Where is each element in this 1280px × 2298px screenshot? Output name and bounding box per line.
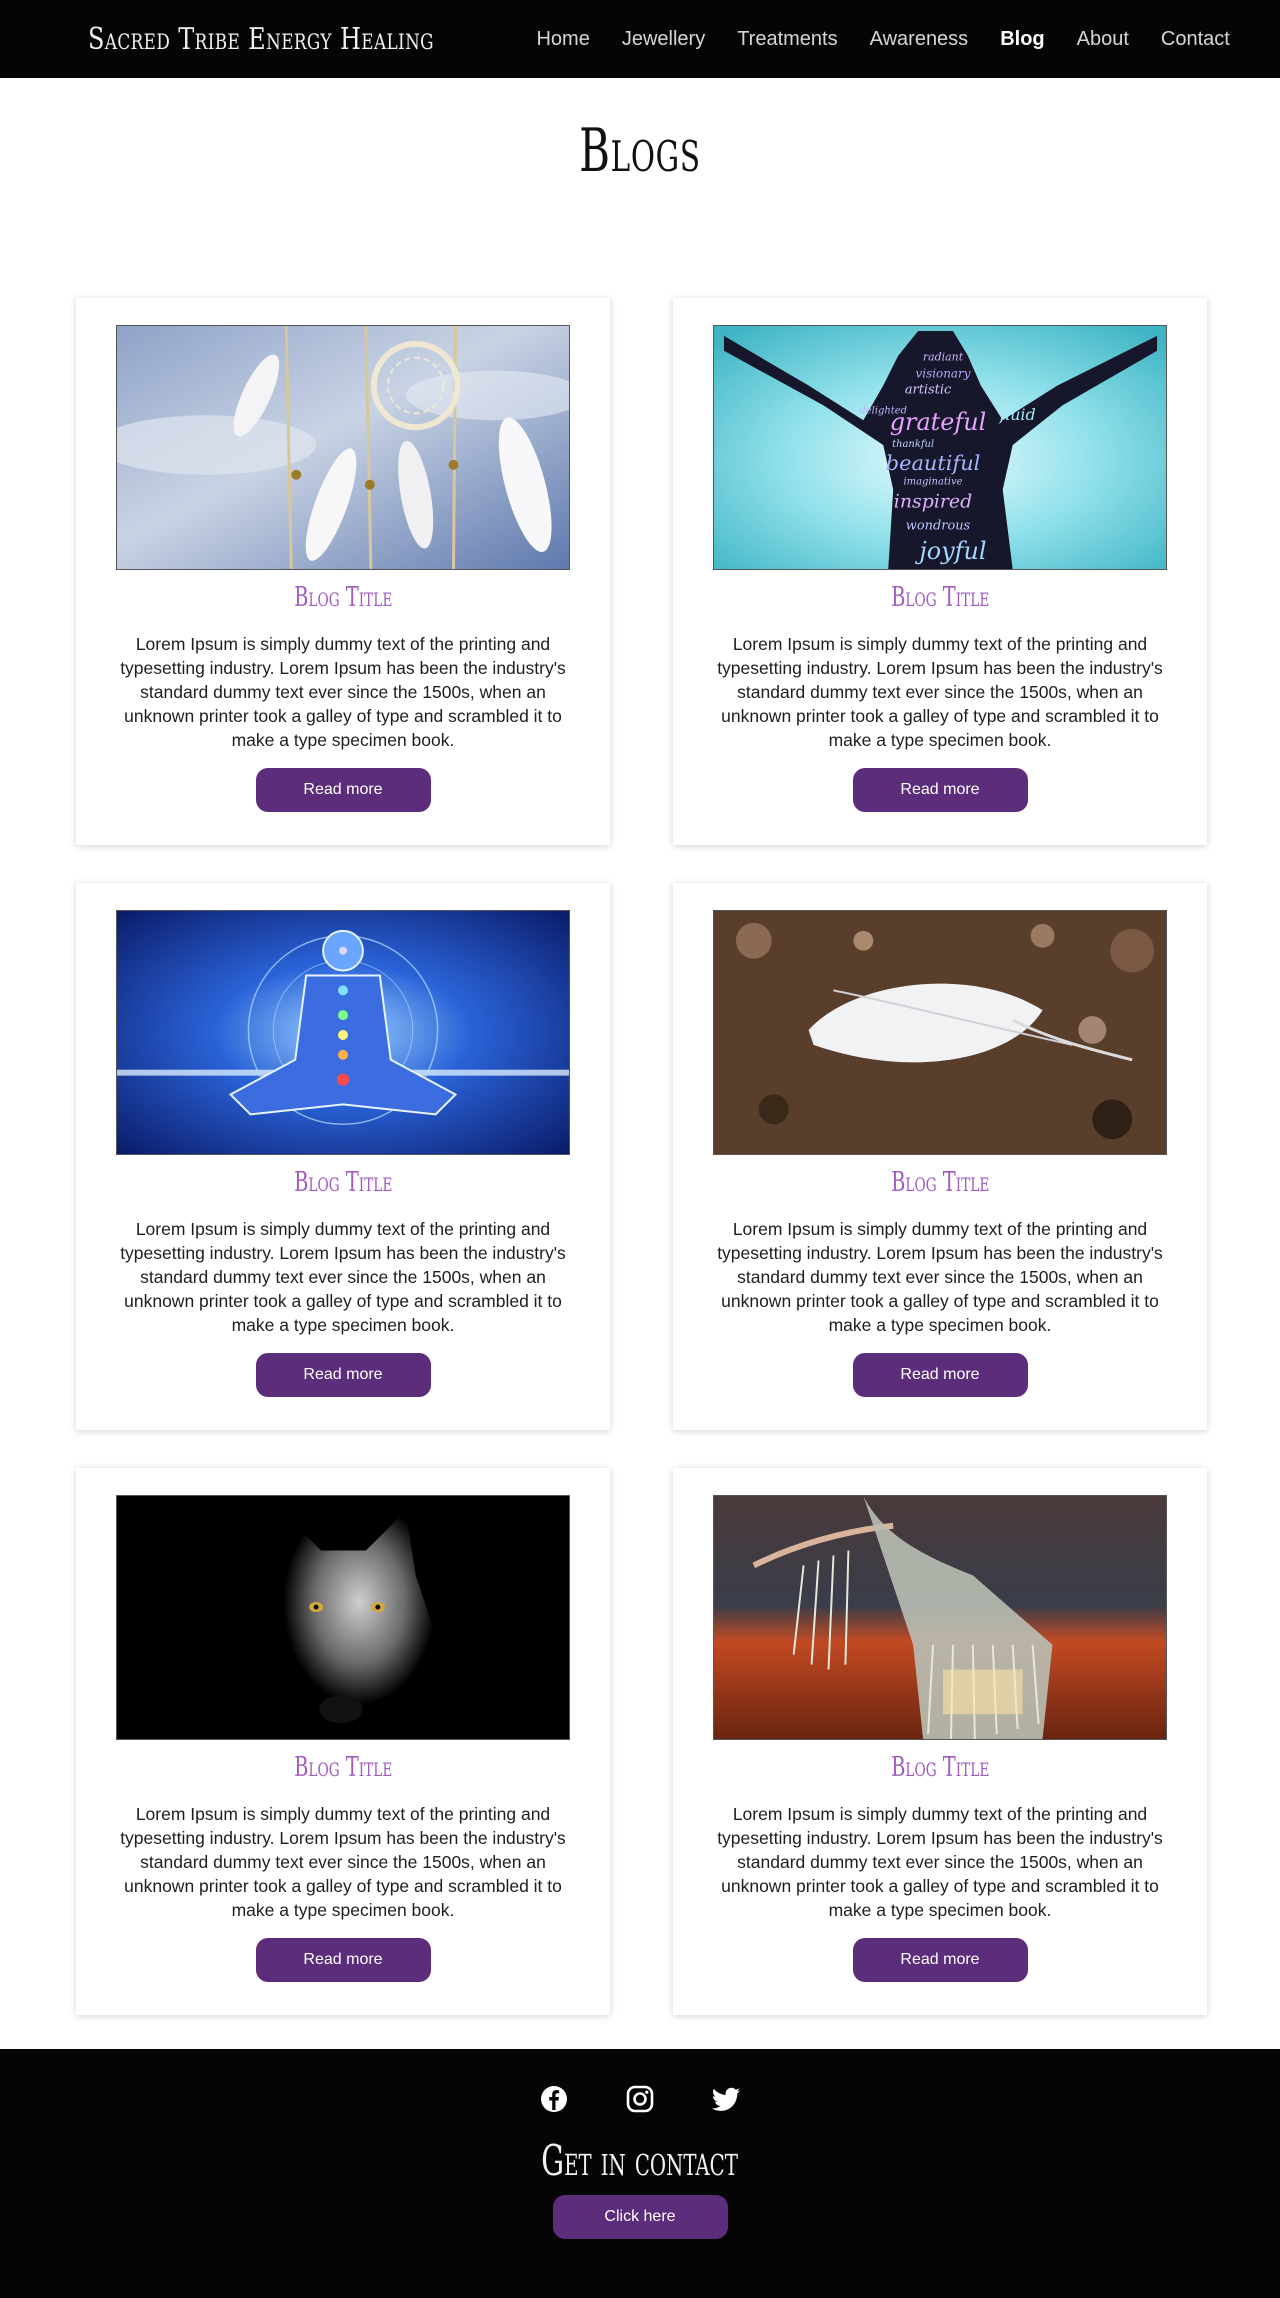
wolf-image xyxy=(116,1495,570,1740)
word-cloud-word: imaginative xyxy=(903,477,962,488)
word-cloud-word: fluid xyxy=(999,405,1036,424)
read-more-button[interactable]: Read more xyxy=(852,1353,1028,1397)
blog-title: Blog Title xyxy=(293,1752,393,1783)
word-cloud-word: joyful xyxy=(914,537,986,565)
page-heading: Blogs xyxy=(0,78,1280,298)
blog-title: Blog Title xyxy=(293,1167,393,1198)
read-more-button[interactable]: Read more xyxy=(852,1938,1028,1982)
blog-excerpt: Lorem Ipsum is simply dummy text of the … xyxy=(717,634,1163,750)
blog-card: Blog Title Lorem Ipsum is simply dummy t… xyxy=(76,883,610,1430)
blog-title: Blog Title xyxy=(890,1752,990,1783)
read-more-button[interactable]: Read more xyxy=(255,1353,431,1397)
blog-title: Blog Title xyxy=(293,582,393,613)
word-cloud-word: beautiful xyxy=(886,451,981,475)
blog-card: Blog Title Lorem Ipsum is simply dummy t… xyxy=(673,1468,1207,2015)
word-cloud-word: grateful xyxy=(890,408,987,436)
blog-grid: Blog Title Lorem Ipsum is simply dummy t… xyxy=(0,298,1280,2015)
blog-excerpt: Lorem Ipsum is simply dummy text of the … xyxy=(717,1804,1163,1920)
blog-excerpt: Lorem Ipsum is simply dummy text of the … xyxy=(120,1804,566,1920)
page-title: Blogs xyxy=(579,116,701,186)
read-more-button[interactable]: Read more xyxy=(255,768,431,812)
nav-links: Home Jewellery Treatments Awareness Blog… xyxy=(520,28,1245,51)
word-cloud-word: artistic xyxy=(905,382,951,397)
blog-card: radiant visionary artistic fluid delight… xyxy=(673,298,1207,845)
nav-link-home[interactable]: Home xyxy=(520,28,605,51)
navbar: Sacred Tribe Energy Healing Home Jewelle… xyxy=(0,0,1280,78)
blog-excerpt: Lorem Ipsum is simply dummy text of the … xyxy=(120,634,566,750)
blog-card: Blog Title Lorem Ipsum is simply dummy t… xyxy=(76,298,610,845)
twitter-icon[interactable] xyxy=(709,2082,743,2116)
nav-link-treatments[interactable]: Treatments xyxy=(721,28,853,51)
blog-title: Blog Title xyxy=(890,582,990,613)
word-cloud-word: radiant xyxy=(923,351,964,364)
word-cloud-word: thankful xyxy=(892,439,934,450)
nav-link-awareness[interactable]: Awareness xyxy=(854,28,985,51)
blog-excerpt: Lorem Ipsum is simply dummy text of the … xyxy=(717,1219,1163,1335)
click-here-button[interactable]: Click here xyxy=(552,2195,728,2239)
word-cloud-word: visionary xyxy=(916,367,971,381)
nav-link-jewellery[interactable]: Jewellery xyxy=(606,28,721,51)
blog-excerpt: Lorem Ipsum is simply dummy text of the … xyxy=(120,1219,566,1335)
word-cloud-word: inspired xyxy=(894,491,972,513)
dreamcatcher-feathers-image xyxy=(116,325,570,570)
facebook-icon[interactable] xyxy=(537,2082,571,2116)
blog-card: Blog Title Lorem Ipsum is simply dummy t… xyxy=(76,1468,610,2015)
white-feather-image xyxy=(713,910,1167,1155)
read-more-button[interactable]: Read more xyxy=(255,1938,431,1982)
footer: Get in contact Click here xyxy=(0,2049,1280,2298)
blog-card: Blog Title Lorem Ipsum is simply dummy t… xyxy=(673,883,1207,1430)
site-brand[interactable]: Sacred Tribe Energy Healing xyxy=(88,22,434,57)
nav-link-contact[interactable]: Contact xyxy=(1145,28,1246,51)
word-cloud-silhouette-image: radiant visionary artistic fluid delight… xyxy=(713,325,1167,570)
blog-title: Blog Title xyxy=(890,1167,990,1198)
social-links xyxy=(0,2082,1280,2116)
instagram-icon[interactable] xyxy=(623,2082,657,2116)
nav-link-about[interactable]: About xyxy=(1061,28,1145,51)
read-more-button[interactable]: Read more xyxy=(852,768,1028,812)
contact-heading: Get in contact xyxy=(541,2136,739,2185)
contact-button-wrap: Click here xyxy=(0,2195,1280,2239)
fringed-dress-dancer-image xyxy=(713,1495,1167,1740)
meditation-chakras-image xyxy=(116,910,570,1155)
word-cloud-word: wondrous xyxy=(906,518,971,533)
nav-link-blog[interactable]: Blog xyxy=(984,28,1060,51)
